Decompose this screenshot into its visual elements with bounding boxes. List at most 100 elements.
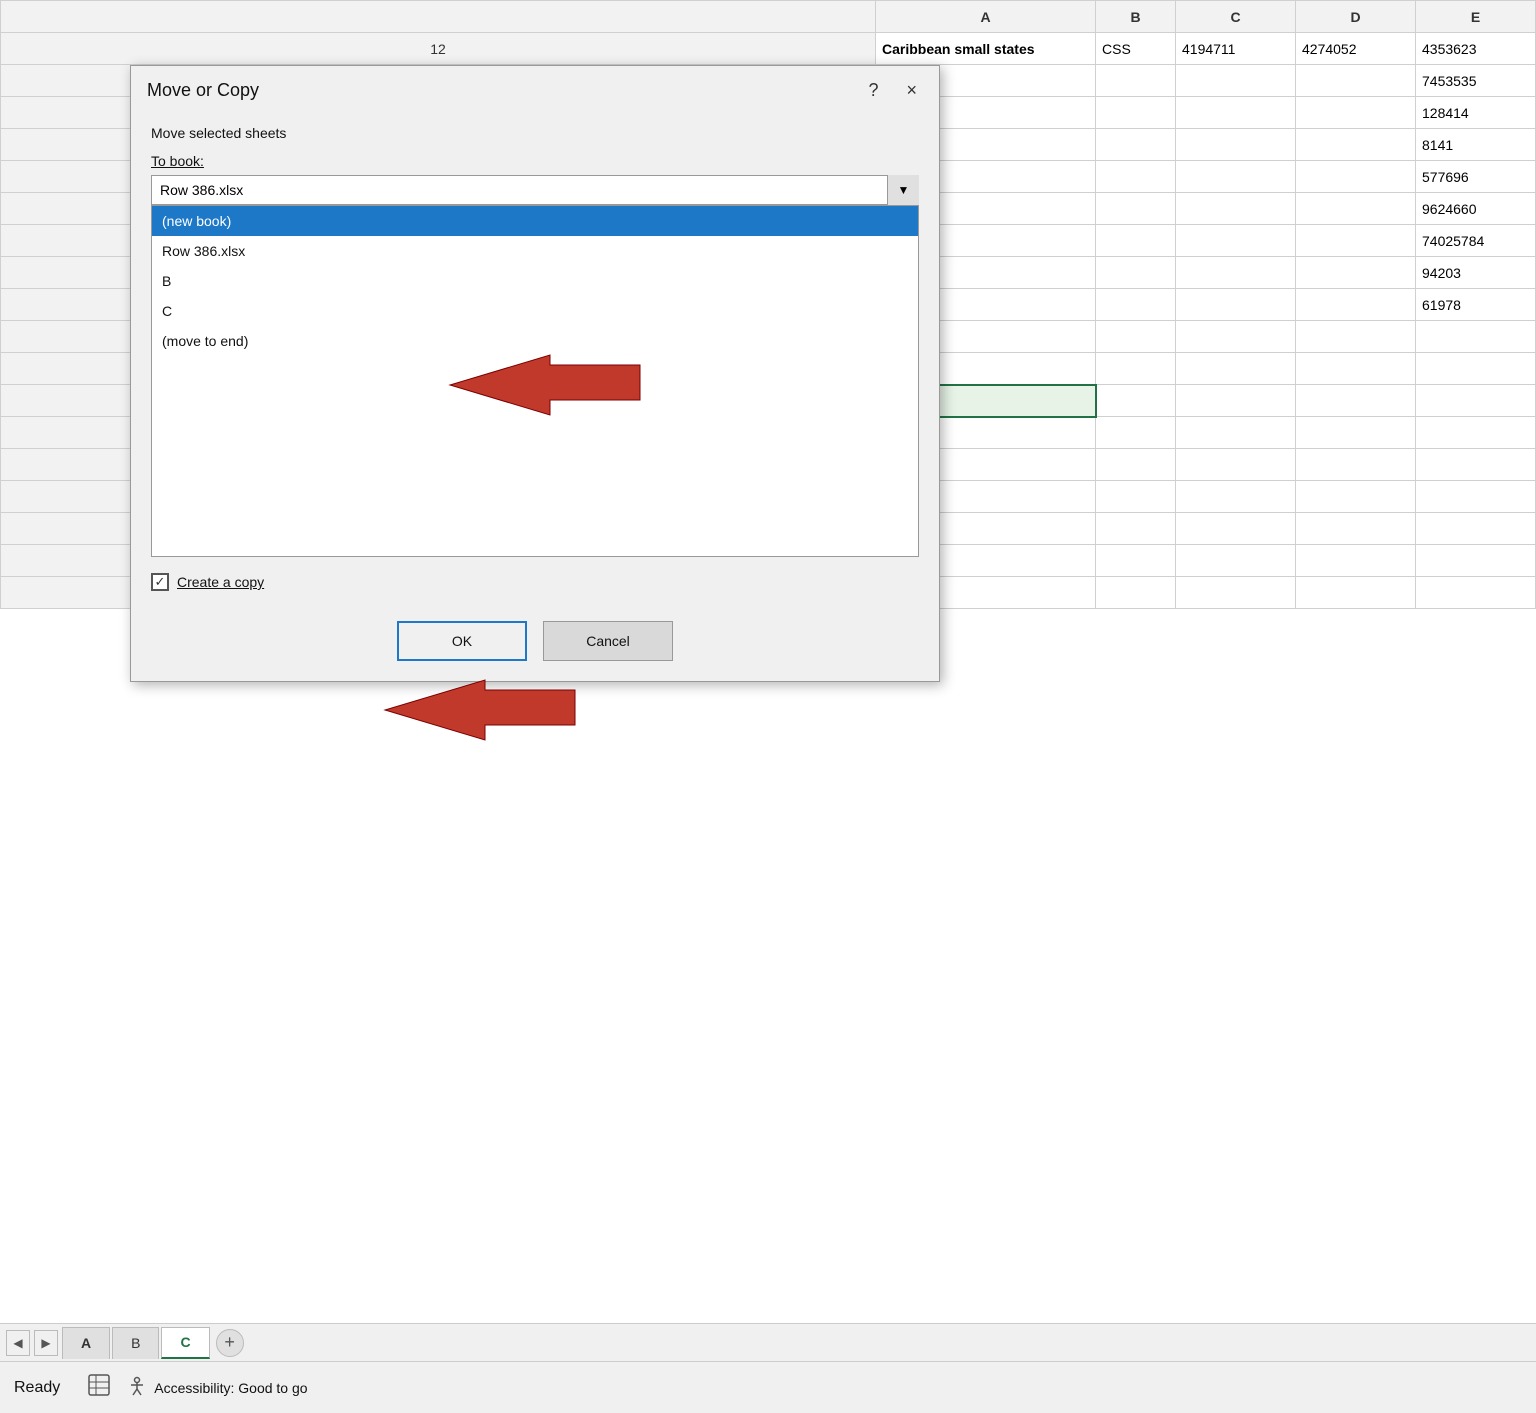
cell-d-15[interactable]: [1296, 129, 1416, 161]
cell-b-14[interactable]: [1096, 97, 1176, 129]
cell-d-29[interactable]: [1296, 577, 1416, 609]
cell-c-18[interactable]: [1176, 225, 1296, 257]
listbox-item-2[interactable]: B: [152, 266, 918, 296]
dialog-body: Move selected sheets To book: ▼ (new boo…: [131, 115, 939, 681]
cell-c-21[interactable]: [1176, 321, 1296, 353]
listbox-item-1[interactable]: Row 386.xlsx: [152, 236, 918, 266]
cell-e-22[interactable]: [1416, 353, 1536, 385]
cell-b-17[interactable]: [1096, 193, 1176, 225]
cell-b-22[interactable]: [1096, 353, 1176, 385]
cell-e-19[interactable]: 94203: [1416, 257, 1536, 289]
cell-d-26[interactable]: [1296, 481, 1416, 513]
cell-e-16[interactable]: 577696: [1416, 161, 1536, 193]
cell-e-12[interactable]: 4353623: [1416, 33, 1536, 65]
cancel-button[interactable]: Cancel: [543, 621, 673, 661]
cell-e-25[interactable]: [1416, 449, 1536, 481]
cell-e-29[interactable]: [1416, 577, 1536, 609]
cell-d-25[interactable]: [1296, 449, 1416, 481]
cell-c-19[interactable]: [1176, 257, 1296, 289]
cell-b-19[interactable]: [1096, 257, 1176, 289]
cell-e-28[interactable]: [1416, 545, 1536, 577]
cell-e-15[interactable]: 8141: [1416, 129, 1536, 161]
cell-e-20[interactable]: 61978: [1416, 289, 1536, 321]
add-sheet-button[interactable]: +: [216, 1329, 244, 1357]
cell-d-19[interactable]: [1296, 257, 1416, 289]
cell-c-24[interactable]: [1176, 417, 1296, 449]
checkbox-check-mark: ✓: [155, 574, 166, 590]
cell-d-22[interactable]: [1296, 353, 1416, 385]
cell-e-21[interactable]: [1416, 321, 1536, 353]
cell-d-13[interactable]: [1296, 65, 1416, 97]
cell-b-18[interactable]: [1096, 225, 1176, 257]
sheet-tab-b[interactable]: B: [112, 1327, 159, 1359]
cell-b-26[interactable]: [1096, 481, 1176, 513]
cell-b-15[interactable]: [1096, 129, 1176, 161]
cell-c-15[interactable]: [1176, 129, 1296, 161]
cell-c-29[interactable]: [1176, 577, 1296, 609]
cell-c-13[interactable]: [1176, 65, 1296, 97]
sheet-listbox[interactable]: (new book)Row 386.xlsxBC(move to end): [151, 205, 919, 557]
cell-c-25[interactable]: [1176, 449, 1296, 481]
accessibility-text: Accessibility: Good to go: [154, 1380, 307, 1396]
cell-b-24[interactable]: [1096, 417, 1176, 449]
cell-b-20[interactable]: [1096, 289, 1176, 321]
cell-b-23[interactable]: [1096, 385, 1176, 417]
cell-b-13[interactable]: [1096, 65, 1176, 97]
cell-b-27[interactable]: [1096, 513, 1176, 545]
cell-c-27[interactable]: [1176, 513, 1296, 545]
create-copy-checkbox[interactable]: ✓: [151, 573, 169, 591]
to-book-combo[interactable]: ▼: [151, 175, 919, 205]
cell-b-29[interactable]: [1096, 577, 1176, 609]
cell-c-16[interactable]: [1176, 161, 1296, 193]
cell-d-12[interactable]: 4274052: [1296, 33, 1416, 65]
cell-d-28[interactable]: [1296, 545, 1416, 577]
combo-dropdown-arrow[interactable]: ▼: [887, 175, 919, 205]
cell-c-28[interactable]: [1176, 545, 1296, 577]
row-num-12: 12: [1, 33, 876, 65]
listbox-item-3[interactable]: C: [152, 296, 918, 326]
cell-e-17[interactable]: 9624660: [1416, 193, 1536, 225]
cell-d-14[interactable]: [1296, 97, 1416, 129]
cell-c-26[interactable]: [1176, 481, 1296, 513]
cell-c-23[interactable]: [1176, 385, 1296, 417]
cell-d-21[interactable]: [1296, 321, 1416, 353]
sheet-tab-a[interactable]: A: [62, 1327, 110, 1359]
cell-c-17[interactable]: [1176, 193, 1296, 225]
cell-e-14[interactable]: 128414: [1416, 97, 1536, 129]
cell-e-23[interactable]: [1416, 385, 1536, 417]
dialog-title: Move or Copy: [147, 80, 259, 101]
cell-d-23[interactable]: [1296, 385, 1416, 417]
to-book-input[interactable]: [151, 175, 919, 205]
cell-d-27[interactable]: [1296, 513, 1416, 545]
cell-c-12[interactable]: 4194711: [1176, 33, 1296, 65]
cell-c-14[interactable]: [1176, 97, 1296, 129]
statusbar: Ready Accessibility: Good to go: [0, 1361, 1536, 1413]
cell-e-27[interactable]: [1416, 513, 1536, 545]
cell-e-26[interactable]: [1416, 481, 1536, 513]
dialog-help-button[interactable]: ?: [862, 78, 884, 103]
cell-b-12[interactable]: CSS: [1096, 33, 1176, 65]
cell-b-16[interactable]: [1096, 161, 1176, 193]
cell-e-24[interactable]: [1416, 417, 1536, 449]
tab-nav-next[interactable]: ▶: [34, 1330, 58, 1356]
cell-d-24[interactable]: [1296, 417, 1416, 449]
dialog-close-button[interactable]: ×: [900, 78, 923, 103]
cell-b-25[interactable]: [1096, 449, 1176, 481]
cell-d-16[interactable]: [1296, 161, 1416, 193]
cell-e-13[interactable]: 7453535: [1416, 65, 1536, 97]
sheet-tab-c[interactable]: C: [161, 1327, 209, 1359]
cell-d-20[interactable]: [1296, 289, 1416, 321]
sheet-tab-c-label: C: [180, 1334, 190, 1350]
cell-c-20[interactable]: [1176, 289, 1296, 321]
cell-a-12[interactable]: Caribbean small states: [876, 33, 1096, 65]
cell-d-17[interactable]: [1296, 193, 1416, 225]
listbox-item-0[interactable]: (new book): [152, 206, 918, 236]
cell-c-22[interactable]: [1176, 353, 1296, 385]
cell-b-28[interactable]: [1096, 545, 1176, 577]
cell-e-18[interactable]: 74025784: [1416, 225, 1536, 257]
cell-b-21[interactable]: [1096, 321, 1176, 353]
ok-button[interactable]: OK: [397, 621, 527, 661]
tab-nav-prev[interactable]: ◀: [6, 1330, 30, 1356]
cell-d-18[interactable]: [1296, 225, 1416, 257]
listbox-item-4[interactable]: (move to end): [152, 326, 918, 356]
